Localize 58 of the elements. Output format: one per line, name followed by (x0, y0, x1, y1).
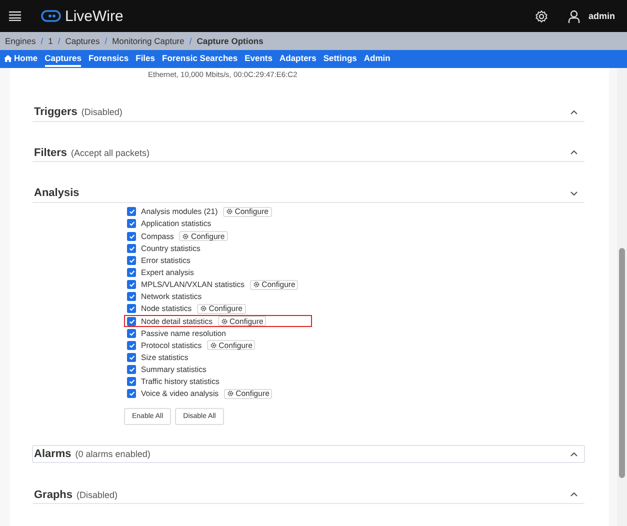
app-title: LiveWire (65, 8, 124, 24)
checkbox[interactable] (127, 365, 136, 374)
checkbox[interactable] (127, 280, 136, 290)
checkbox[interactable] (127, 377, 136, 386)
section-header[interactable]: Alarms (0 alarms enabled) (32, 444, 585, 464)
chevron-icon (570, 452, 578, 457)
checkbox[interactable] (127, 232, 136, 241)
gear-icon (226, 390, 234, 398)
checkbox[interactable] (127, 316, 136, 326)
breadcrumb-link[interactable]: Monitoring Capture (112, 36, 184, 46)
nav-tab[interactable]: Files (136, 51, 155, 67)
nav-tab[interactable]: Adapters (279, 51, 316, 67)
gear-icon (182, 232, 189, 240)
nav-tab[interactable]: Settings (323, 51, 357, 67)
breadcrumb-separator: / (58, 36, 60, 46)
checkbox[interactable] (127, 244, 136, 253)
nav-tab[interactable]: Admin (364, 51, 390, 67)
checkbox[interactable] (127, 256, 136, 265)
checkbox[interactable] (127, 292, 136, 302)
gear-icon (226, 208, 233, 216)
nav-tab[interactable]: Events (244, 51, 272, 67)
checkbox[interactable] (127, 328, 136, 338)
breadcrumb-separator: / (189, 36, 192, 46)
breadcrumb-separator: / (104, 36, 108, 46)
checkbox[interactable] (127, 207, 136, 216)
logo-icon (41, 8, 61, 24)
nav-tab[interactable]: Forensic Searches (162, 51, 238, 67)
checkbox[interactable] (127, 268, 136, 277)
section-header[interactable]: Triggers (Disabled) (32, 103, 585, 122)
user-name[interactable]: admin (588, 11, 615, 21)
checkbox[interactable] (127, 340, 136, 350)
nav-tab[interactable]: Forensics (88, 51, 129, 67)
breadcrumb-link[interactable]: Engines (5, 36, 36, 46)
chevron-icon (570, 150, 578, 156)
chevron-icon (570, 492, 578, 498)
chevron-icon (570, 190, 578, 196)
section-header[interactable]: Filters (Accept all packets) (32, 144, 585, 162)
breadcrumb-current: Capture Options (196, 36, 264, 46)
home-icon (4, 54, 12, 62)
gear-icon (210, 342, 217, 349)
gear-icon (252, 281, 260, 288)
breadcrumb-link[interactable]: Captures (65, 36, 100, 46)
nav-tab[interactable]: Home (4, 51, 38, 67)
chevron-icon (570, 110, 578, 115)
checkbox[interactable] (127, 352, 136, 362)
section-header[interactable]: Analysis (32, 184, 585, 203)
scrollbar[interactable] (617, 68, 627, 526)
gear-icon (220, 318, 228, 324)
checkbox[interactable] (127, 389, 136, 398)
breadcrumb-separator: / (40, 36, 44, 46)
settings-icon[interactable] (535, 10, 548, 22)
gear-icon (200, 305, 207, 312)
breadcrumb-link[interactable]: 1 (48, 36, 53, 46)
section-header[interactable]: Graphs (Disabled) (32, 485, 585, 504)
checkbox[interactable] (127, 304, 136, 314)
user-icon[interactable] (568, 10, 580, 22)
menu-icon[interactable] (9, 11, 21, 21)
checkbox[interactable] (127, 219, 136, 228)
